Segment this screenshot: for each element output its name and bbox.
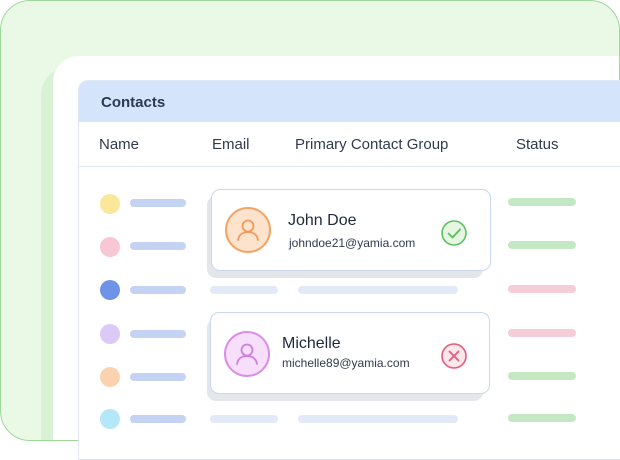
name-placeholder (130, 242, 186, 250)
avatar-dot (100, 409, 120, 429)
contact-card-john-doe[interactable]: John Doe johndoe21@yamia.com (211, 189, 491, 271)
status-placeholder-green (508, 198, 576, 206)
status-placeholder-red (508, 329, 576, 337)
contact-email: johndoe21@yamia.com (289, 236, 416, 250)
avatar (224, 331, 270, 377)
name-placeholder (130, 199, 186, 207)
status-placeholder-green (508, 241, 576, 249)
name-placeholder (130, 373, 186, 381)
status-placeholder-green (508, 414, 576, 422)
avatar (225, 207, 271, 253)
column-header-status[interactable]: Status (516, 136, 559, 153)
name-placeholder (130, 415, 186, 423)
column-header-row: Name Email Primary Contact Group Status (79, 122, 620, 167)
column-header-name[interactable]: Name (99, 136, 139, 153)
status-placeholder-red (508, 285, 576, 293)
column-header-primary-contact-group[interactable]: Primary Contact Group (295, 136, 448, 153)
contact-name: John Doe (288, 212, 357, 229)
status-placeholder-green (508, 372, 576, 380)
contact-email: michelle89@yamia.com (282, 356, 410, 370)
group-placeholder (298, 415, 458, 423)
name-placeholder (130, 330, 186, 338)
contact-name: Michelle (282, 335, 341, 352)
user-icon (237, 219, 259, 241)
x-circle-icon (441, 343, 467, 369)
email-placeholder (210, 415, 278, 423)
avatar-dot (100, 324, 120, 344)
table-header: Contacts (79, 81, 620, 122)
column-header-email[interactable]: Email (212, 136, 250, 153)
avatar-dot (100, 194, 120, 214)
email-placeholder (210, 286, 278, 294)
user-icon (236, 343, 258, 365)
avatar-dot (100, 367, 120, 387)
name-placeholder (130, 286, 186, 294)
avatar-dot (100, 237, 120, 257)
check-circle-icon (441, 220, 467, 246)
table-title: Contacts (101, 94, 166, 111)
avatar-dot (100, 280, 120, 300)
contact-card-michelle[interactable]: Michelle michelle89@yamia.com (210, 312, 490, 394)
group-placeholder (298, 286, 458, 294)
